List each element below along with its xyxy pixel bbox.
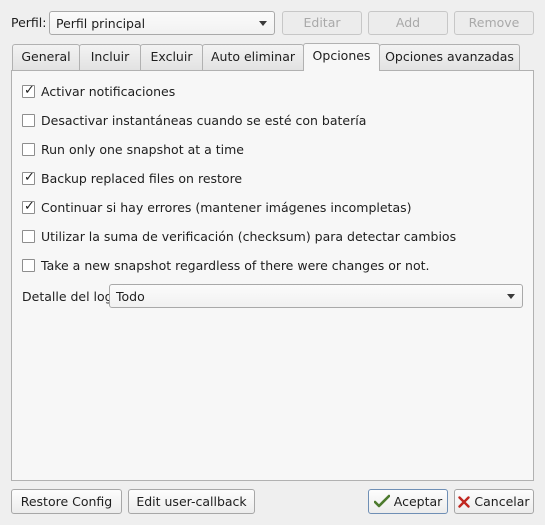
edit-profile-button[interactable]: Editar [282, 11, 362, 35]
profile-select-value: Perfil principal [56, 16, 146, 31]
tab-excluir[interactable]: Excluir [140, 44, 203, 70]
log-detail-label: Detalle del log [22, 289, 113, 304]
checkbox[interactable] [22, 143, 35, 156]
option-label: Take a new snapshot regardless of there … [41, 258, 430, 273]
chevron-down-icon [259, 21, 267, 26]
checkbox[interactable] [22, 230, 35, 243]
restore-config-button[interactable]: Restore Config [11, 489, 122, 514]
cancel-label: Cancelar [474, 494, 530, 509]
checkbox[interactable] [22, 259, 35, 272]
chevron-down-icon [507, 294, 515, 299]
tab-opciones-avanzadas[interactable]: Opciones avanzadas [379, 44, 520, 70]
checkbox[interactable] [22, 114, 35, 127]
log-detail-value: Todo [116, 289, 145, 304]
close-icon [458, 492, 471, 515]
accept-label: Aceptar [393, 494, 443, 509]
tab-general[interactable]: General [12, 44, 80, 70]
check-icon: ✓ [24, 170, 35, 185]
option-label: Utilizar la suma de verificación (checks… [41, 229, 457, 244]
checkmark-icon [373, 492, 391, 515]
tab-opciones[interactable]: Opciones [303, 43, 380, 71]
cancel-button[interactable]: Cancelar [454, 489, 534, 514]
log-detail-select[interactable]: Todo [109, 284, 523, 308]
accept-button[interactable]: Aceptar [368, 489, 448, 514]
checkbox[interactable]: ✓ [22, 170, 35, 185]
tab-incluir[interactable]: Incluir [79, 44, 141, 70]
option-label: Run only one snapshot at a time [41, 142, 244, 157]
options-panel [11, 70, 534, 481]
check-icon: ✓ [24, 83, 35, 98]
option-label: Desactivar instantáneas cuando se esté c… [41, 113, 367, 128]
option-label: Activar notificaciones [41, 84, 176, 99]
edit-user-callback-button[interactable]: Edit user-callback [128, 489, 255, 514]
profile-select[interactable]: Perfil principal [49, 11, 275, 35]
checkbox[interactable]: ✓ [22, 199, 35, 214]
add-profile-button[interactable]: Add [368, 11, 448, 35]
checkbox[interactable]: ✓ [22, 83, 35, 98]
option-label: Backup replaced files on restore [41, 171, 243, 186]
option-label: Continuar si hay errores (mantener imáge… [41, 200, 412, 215]
profile-label: Perfil: [11, 15, 47, 30]
tab-auto-eliminar[interactable]: Auto eliminar [202, 44, 304, 70]
check-icon: ✓ [24, 199, 35, 214]
remove-profile-button[interactable]: Remove [454, 11, 534, 35]
